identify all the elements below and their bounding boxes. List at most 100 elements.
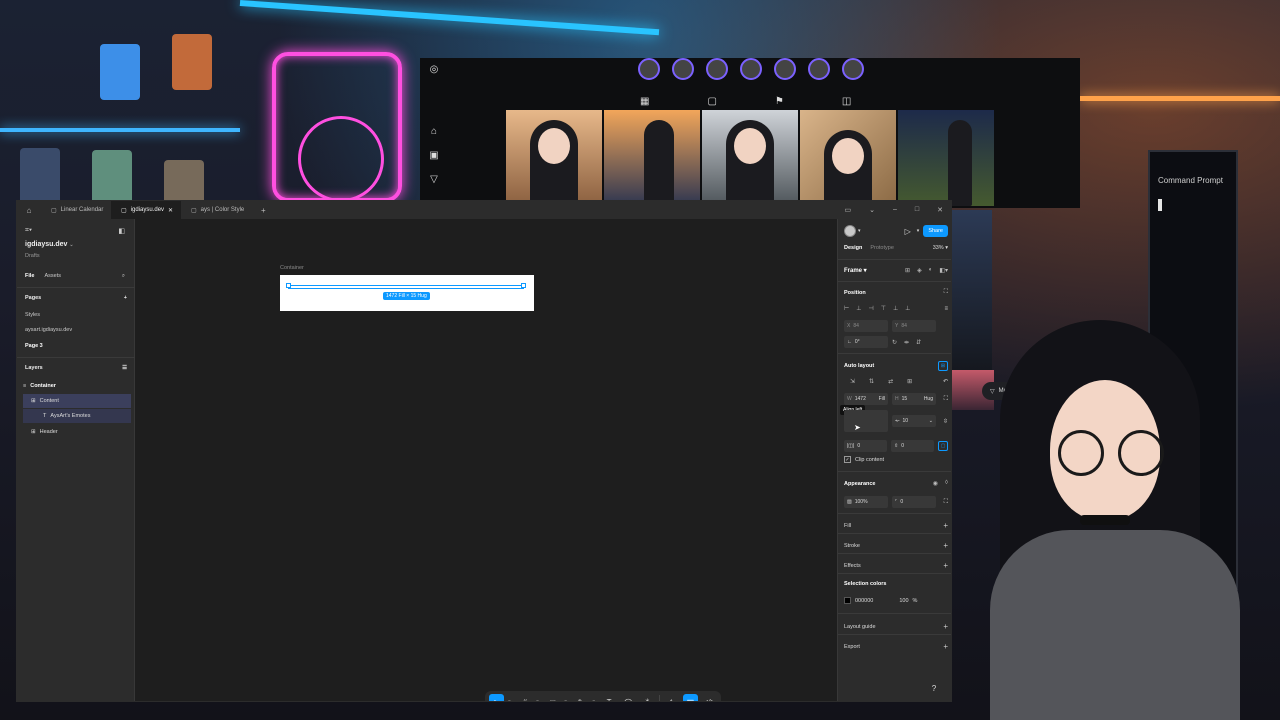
opacity-field[interactable]: ▨ 100%	[844, 496, 888, 508]
move-tool-icon[interactable]: ➤	[489, 694, 505, 701]
individual-corners-icon[interactable]: ⛶	[944, 499, 948, 506]
tab-prototype[interactable]: Prototype	[870, 245, 894, 251]
tab-linear-calendar[interactable]: ▢ Linear Calendar	[41, 201, 111, 219]
tab-color-style[interactable]: ▢ ays | Color Style	[181, 201, 251, 219]
post-thumbnail[interactable]	[604, 110, 700, 206]
minimize-icon[interactable]: –	[893, 206, 897, 214]
selection-color-row[interactable]: 000000 100 %	[844, 597, 948, 604]
flip-vertical-icon[interactable]: ⇵	[916, 339, 921, 346]
maximize-icon[interactable]: □	[915, 206, 919, 214]
align-left-icon[interactable]: ⊢	[844, 305, 849, 312]
align-top-icon[interactable]: ⊤	[881, 305, 886, 312]
clip-content-checkbox[interactable]: ✓	[844, 456, 851, 463]
resize-handle[interactable]	[286, 283, 291, 288]
dev-mode-icon[interactable]: ⟡	[664, 694, 679, 701]
gap-field[interactable]: ⟛ 10 ⌄	[892, 415, 936, 427]
post-thumbnail[interactable]	[506, 110, 602, 206]
chevron-down-icon[interactable]: ▾	[508, 699, 513, 701]
resize-handle[interactable]	[521, 283, 526, 288]
story-avatar[interactable]	[842, 58, 864, 80]
share-button[interactable]: Share	[923, 225, 948, 237]
color-opacity[interactable]: 100	[899, 598, 908, 604]
comment-tool-icon[interactable]: ◯	[621, 694, 636, 702]
sidebar-toggle-icon[interactable]: ◧	[118, 227, 125, 235]
canvas[interactable]: Container 1472 Fill × 15 Hug ➤ ▾ # ▾ □ ▾…	[135, 219, 837, 702]
constraints-icon[interactable]: ⛶	[944, 289, 948, 296]
rectangle-tool-icon[interactable]: □	[545, 694, 560, 702]
add-stroke-icon[interactable]: +	[943, 541, 948, 550]
vertical-padding-field[interactable]: ⇳ 0	[891, 440, 935, 452]
x-field[interactable]: X 84	[844, 320, 888, 332]
chevron-down-icon[interactable]: ⌄	[929, 418, 933, 424]
panel-icon[interactable]: ▭	[844, 206, 851, 214]
present-icon[interactable]: ▷	[905, 227, 911, 236]
page-item-styles[interactable]: Styles	[25, 312, 40, 318]
distribute-icon[interactable]: ⇳	[943, 418, 948, 425]
tab-assets[interactable]: Assets	[44, 273, 61, 280]
add-effect-icon[interactable]: +	[943, 561, 948, 570]
new-tab-button[interactable]: +	[251, 206, 276, 215]
layer-header[interactable]: ⊞ Header	[23, 425, 131, 439]
reels-icon[interactable]: ▣	[428, 150, 440, 162]
horizontal-padding-field[interactable]: |◫| 0	[844, 440, 888, 452]
story-avatar[interactable]	[672, 58, 694, 80]
actions-tool-icon[interactable]: ⁂	[640, 694, 655, 702]
add-export-icon[interactable]: +	[943, 642, 948, 651]
add-layout-guide-icon[interactable]: +	[943, 622, 948, 631]
radius-field[interactable]: ⌜ 0	[892, 496, 936, 508]
page-item-aysart[interactable]: aysart.igdiaysu.dev	[25, 327, 72, 333]
post-thumbnail[interactable]	[898, 110, 994, 206]
blend-icon[interactable]: ◊	[945, 480, 948, 487]
add-fill-icon[interactable]: +	[943, 521, 948, 530]
send-icon[interactable]: ▽	[428, 174, 440, 186]
more-icon[interactable]: ≡	[944, 306, 948, 312]
align-right-icon[interactable]: ⊣	[868, 305, 873, 312]
page-item-page-3[interactable]: Page 3	[25, 343, 43, 349]
color-hex[interactable]: 000000	[855, 598, 873, 604]
list-icon[interactable]: ☰	[122, 365, 127, 371]
layer-container[interactable]: ≡ Container	[23, 379, 131, 393]
instagram-logo-icon[interactable]: ◎	[428, 64, 440, 76]
auto-layout-settings-icon[interactable]: ⊞	[938, 361, 948, 371]
story-avatar[interactable]	[638, 58, 660, 80]
horizontal-icon[interactable]: ⇄	[888, 378, 893, 385]
width-field[interactable]: W 1472 Fill	[844, 393, 888, 405]
search-icon[interactable]: ⌕	[122, 273, 125, 280]
frame-label[interactable]: Container	[280, 265, 304, 271]
story-avatar[interactable]	[706, 58, 728, 80]
eye-icon[interactable]: ◉	[933, 480, 938, 487]
y-field[interactable]: Y 84	[892, 320, 936, 332]
chevron-down-icon[interactable]: ▾	[564, 699, 569, 701]
component-icon[interactable]: ◈	[917, 267, 922, 274]
chevron-down-icon[interactable]: ▾	[536, 699, 541, 701]
story-avatar[interactable]	[740, 58, 762, 80]
grid-layout-icon[interactable]: ⊞	[907, 378, 912, 385]
help-button[interactable]: ?	[925, 679, 943, 697]
h-mode[interactable]: Hug	[924, 396, 933, 402]
mask-icon[interactable]: ◐	[929, 267, 933, 274]
selected-content-bar[interactable]	[288, 285, 524, 289]
resize-icon[interactable]: ⛶	[944, 396, 948, 403]
pen-tool-icon[interactable]: ✎	[573, 694, 588, 702]
rotation-field[interactable]: ∟ 0°	[844, 336, 888, 348]
close-icon[interactable]: ✕	[168, 207, 173, 214]
container-frame[interactable]: 1472 Fill × 15 Hug	[280, 275, 534, 311]
zoom-dropdown[interactable]: 33% ▾	[933, 245, 948, 251]
boolean-icon[interactable]: ◧▾	[939, 267, 948, 274]
home-icon[interactable]: ⌂	[17, 206, 41, 215]
post-thumbnail[interactable]	[702, 110, 798, 206]
home-icon[interactable]: ⌂	[428, 126, 440, 138]
add-page-icon[interactable]: +	[124, 295, 127, 301]
flip-horizontal-icon[interactable]: ⇹	[904, 339, 909, 346]
chevron-down-icon[interactable]: ▾	[917, 228, 920, 234]
chevron-down-icon[interactable]: ▾	[593, 699, 598, 701]
user-avatar[interactable]	[844, 225, 856, 237]
align-center-icon[interactable]: ⊥	[856, 305, 861, 312]
design-mode-icon[interactable]: ▦	[682, 694, 698, 701]
chevron-down-icon[interactable]: ⌄	[869, 206, 875, 214]
undo-icon[interactable]: ↶	[943, 378, 948, 385]
frame-type-dropdown[interactable]: Frame ▾	[844, 267, 867, 274]
rotate-icon[interactable]: ↻	[892, 339, 897, 346]
project-location[interactable]: Drafts	[25, 253, 40, 259]
layer-content[interactable]: ⊞ Content	[23, 394, 131, 408]
